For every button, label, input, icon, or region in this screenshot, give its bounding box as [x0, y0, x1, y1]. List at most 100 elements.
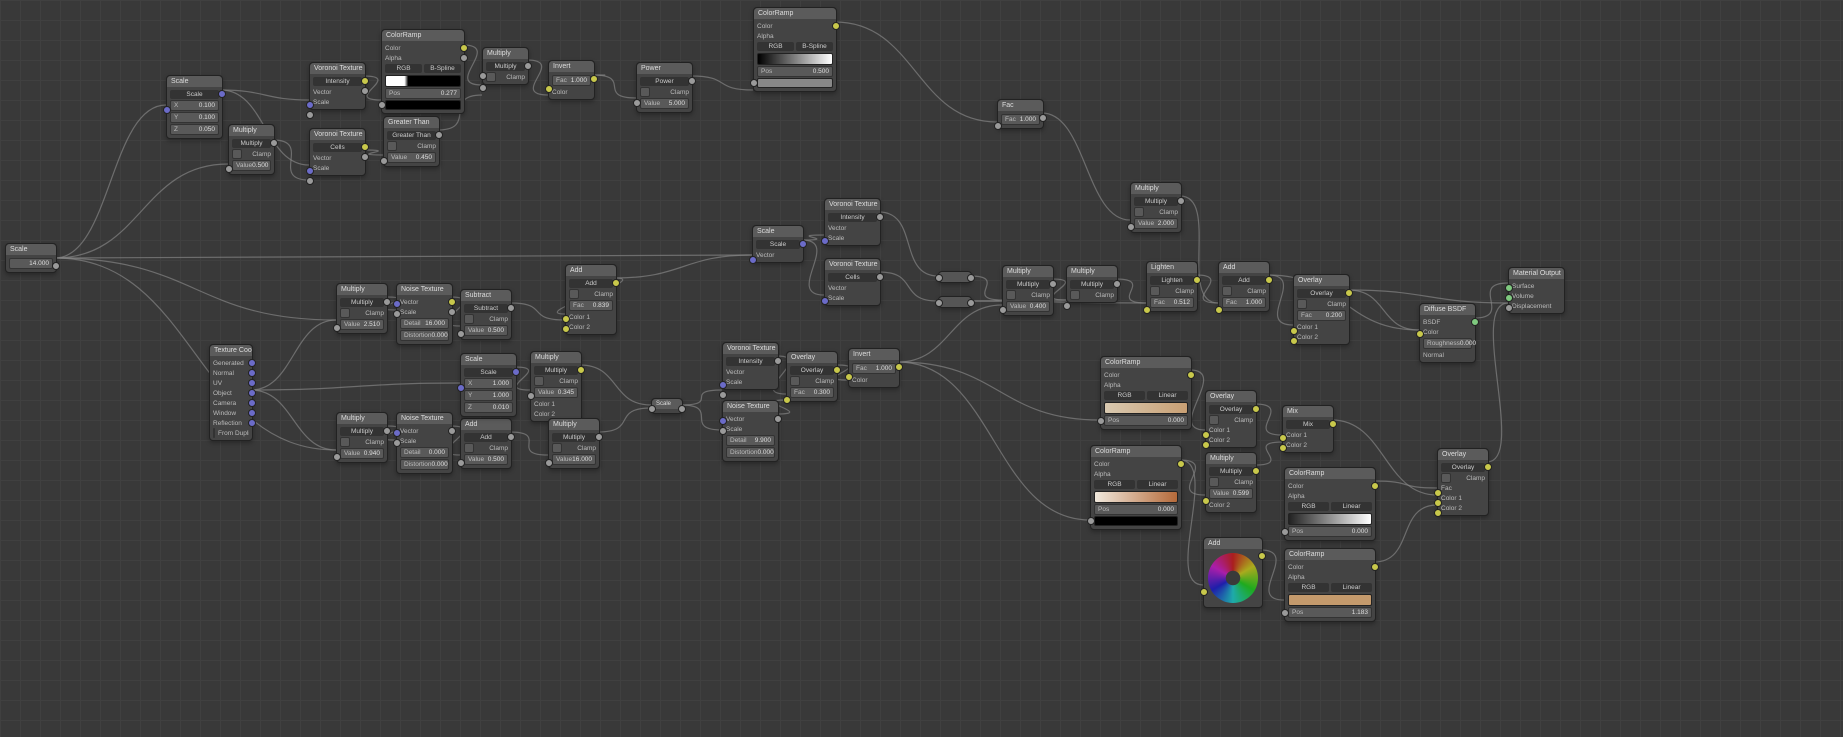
s[interactable] — [577, 366, 585, 374]
s[interactable] — [999, 306, 1007, 314]
s[interactable] — [967, 274, 975, 282]
node-overlay-far[interactable]: Overlay Overlay Clamp Fac Color 1 Color … — [1437, 448, 1489, 516]
s[interactable] — [248, 419, 256, 427]
node-noise-1[interactable]: Noise Texture Vector Scale Detail16.000 … — [396, 283, 453, 345]
s[interactable] — [833, 366, 841, 374]
s[interactable] — [1434, 499, 1442, 507]
s[interactable] — [1097, 417, 1105, 425]
s[interactable] — [1505, 294, 1513, 302]
s[interactable] — [821, 297, 829, 305]
s[interactable] — [935, 274, 943, 282]
s[interactable] — [1113, 280, 1121, 288]
node-noise-3[interactable]: Noise Texture Vector Scale Detail9.900 D… — [722, 400, 779, 462]
node-scale-mid[interactable]: Scale Scale Vector — [752, 225, 804, 263]
s[interactable] — [507, 304, 515, 312]
node-multiply-r1[interactable]: Multiply Multiply Clamp Value0.400 — [1002, 265, 1054, 316]
s[interactable] — [479, 84, 487, 92]
s[interactable] — [1202, 497, 1210, 505]
sock-out[interactable] — [218, 90, 226, 98]
s[interactable] — [225, 165, 233, 173]
s[interactable] — [457, 384, 465, 392]
node-add-2[interactable]: Add Add Clamp Value0.500 — [460, 418, 512, 469]
s[interactable] — [1087, 517, 1095, 525]
s[interactable] — [1471, 318, 1479, 326]
node-scale-xyz-2[interactable]: Scale Scale X1.000 Y1.000 Z0.010 — [460, 353, 517, 417]
s[interactable] — [678, 405, 686, 413]
s[interactable] — [1281, 609, 1289, 617]
s[interactable] — [1484, 463, 1492, 471]
s[interactable] — [832, 22, 840, 30]
s[interactable] — [507, 433, 515, 441]
s[interactable] — [1290, 337, 1298, 345]
s[interactable] — [994, 122, 1002, 130]
s[interactable] — [306, 111, 314, 119]
s[interactable] — [393, 439, 401, 447]
node-voronoi-1[interactable]: Voronoi Texture Intensity Vector Scale — [309, 62, 366, 110]
s[interactable] — [1200, 588, 1208, 596]
s[interactable] — [1505, 284, 1513, 292]
s[interactable] — [380, 157, 388, 165]
node-editor-canvas[interactable]: Scale 14.000 Scale Scale X0.100 Y0.100 Z… — [0, 0, 1843, 737]
node-subtract[interactable]: Subtract Subtract Clamp Value0.500 — [460, 289, 512, 340]
s[interactable] — [448, 298, 456, 306]
node-multiply-after-ramp[interactable]: Multiply Multiply Clamp — [482, 47, 529, 85]
s[interactable] — [1265, 276, 1273, 284]
s[interactable] — [612, 279, 620, 287]
s[interactable] — [1434, 509, 1442, 517]
s[interactable] — [248, 389, 256, 397]
s[interactable] — [1279, 444, 1287, 452]
node-add-r[interactable]: Add Add Clamp Fac1.000 — [1218, 261, 1270, 312]
node-voronoi-4[interactable]: Voronoi Texture Intensity Vector Scale — [824, 198, 881, 246]
s[interactable] — [935, 299, 943, 307]
s[interactable] — [821, 237, 829, 245]
node-overlay-r[interactable]: Overlay Overlay Clamp Fac0.200 Color 1 C… — [1293, 274, 1350, 345]
node-multiply-top[interactable]: Multiply Multiply Clamp Value0.500 — [228, 124, 275, 175]
s[interactable] — [457, 330, 465, 338]
node-multiply-l1[interactable]: Multiply Multiply Clamp Value2.510 — [336, 283, 388, 334]
s[interactable] — [361, 77, 369, 85]
node-multiply-l2[interactable]: Multiply Multiply Clamp Value0.940 — [336, 412, 388, 463]
s[interactable] — [1063, 302, 1071, 310]
s[interactable] — [967, 299, 975, 307]
s[interactable] — [435, 131, 443, 139]
s[interactable] — [774, 415, 782, 423]
s[interactable] — [719, 417, 727, 425]
s[interactable] — [799, 240, 807, 248]
s[interactable] — [361, 143, 369, 151]
s[interactable] — [270, 139, 278, 147]
s[interactable] — [383, 427, 391, 435]
s[interactable] — [1416, 330, 1424, 338]
s[interactable] — [1279, 434, 1287, 442]
s[interactable] — [750, 79, 758, 87]
s[interactable] — [448, 427, 456, 435]
node-reroute-2[interactable] — [938, 296, 972, 308]
s[interactable] — [361, 153, 369, 161]
s[interactable] — [783, 396, 791, 404]
s[interactable] — [1127, 223, 1135, 231]
s[interactable] — [1202, 441, 1210, 449]
s[interactable] — [393, 310, 401, 318]
node-scale-xyz-1[interactable]: Scale Scale X0.100 Y0.100 Z0.050 — [166, 75, 223, 139]
s[interactable] — [545, 459, 553, 467]
s[interactable] — [393, 429, 401, 437]
s[interactable] — [719, 427, 727, 435]
node-colorramp-r2[interactable]: ColorRamp Color Alpha RGBLinear Pos0.000 — [1090, 445, 1182, 530]
s[interactable] — [1215, 306, 1223, 314]
node-add-mid[interactable]: Add Add Clamp Fac0.839 Color 1 Color 2 — [565, 264, 617, 335]
node-invert-top[interactable]: Invert Fac1.000 Color — [548, 60, 595, 100]
node-colorramp-r4[interactable]: ColorRamp Color Alpha RGBLinear Pos1.183 — [1284, 548, 1376, 622]
node-voronoi-1b[interactable]: Voronoi Texture Cells Vector Scale — [309, 128, 366, 176]
s[interactable] — [895, 363, 903, 371]
s[interactable] — [383, 298, 391, 306]
s[interactable] — [633, 99, 641, 107]
s[interactable] — [248, 399, 256, 407]
s[interactable] — [1371, 563, 1379, 571]
s[interactable] — [306, 177, 314, 185]
s[interactable] — [460, 44, 468, 52]
s[interactable] — [845, 373, 853, 381]
node-scale-knob[interactable]: Scale — [651, 398, 683, 414]
s[interactable] — [1252, 405, 1260, 413]
node-material-output[interactable]: Material Output Surface Volume Displacem… — [1508, 267, 1565, 314]
s[interactable] — [774, 357, 782, 365]
s[interactable] — [562, 325, 570, 333]
